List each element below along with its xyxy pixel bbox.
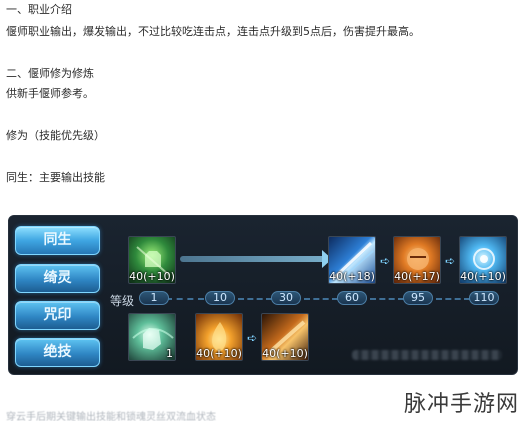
blue-slash-skill-icon[interactable]: 40(+18) [328,236,376,284]
chain-arrow-icon: ➪ [247,331,258,345]
newbie-reference: 供新手偃师参考。 [6,87,94,100]
tab-zhouyin[interactable]: 咒印 [15,301,100,330]
upgrade-arrow-long [180,256,326,262]
site-watermark: 脉冲手游网 [404,392,520,417]
level-label: 等级 [110,294,135,308]
level-pill: 95 [403,291,433,305]
level-pill: 110 [469,291,499,305]
level-pill: 1 [139,291,169,305]
flame-blade-skill-icon[interactable]: 40(+10) [261,313,309,361]
level-pill: 60 [337,291,367,305]
level-connector [436,298,470,300]
tab-jueji[interactable]: 绝技 [15,338,100,367]
skill-cost: 1 [166,347,173,360]
chain-arrow-icon: ➪ [445,254,456,268]
heading-career-intro: 一、职业介绍 [6,3,72,16]
green-fist-skill-icon[interactable]: 40(+10) [128,236,176,284]
skill-cost: 40(+10) [196,347,242,360]
skill-cost: 40(+18) [329,270,375,283]
skill-cost: 40(+10) [460,270,506,283]
tab-tongsheng[interactable]: 同生 [15,226,100,255]
skill-priority-line: 修为（技能优先级） [6,129,105,142]
image-caption: 穿云手后期关键输出技能和锁魂灵丝双流血状态 [6,412,216,421]
chain-arrow-icon: ➪ [380,254,391,268]
level-pill: 10 [205,291,235,305]
green-punch-skill-icon[interactable]: 1 [128,313,176,361]
level-connector [238,298,272,300]
skill-cost: 40(+10) [129,270,175,283]
level-connector [370,298,404,300]
skill-cost: 40(+17) [394,270,440,283]
fire-burst-skill-icon[interactable]: 40(+10) [195,313,243,361]
heading-cultivation: 二、偃师修为修炼 [6,67,94,80]
blurred-watermark [352,350,502,360]
career-description: 偃师职业输出，爆发输出，不过比较吃连击点，连击点升级到5点后，伤害提升最高。 [6,25,420,38]
level-pill: 30 [271,291,301,305]
tab-qiling[interactable]: 绮灵 [15,264,100,293]
level-connector [304,298,338,300]
blue-orb-skill-icon[interactable]: 40(+10) [459,236,507,284]
skill-cost: 40(+10) [262,347,308,360]
orange-fist-skill-icon[interactable]: 40(+17) [393,236,441,284]
level-connector [166,298,204,300]
tongsheng-note: 同生：主要输出技能 [6,171,105,184]
